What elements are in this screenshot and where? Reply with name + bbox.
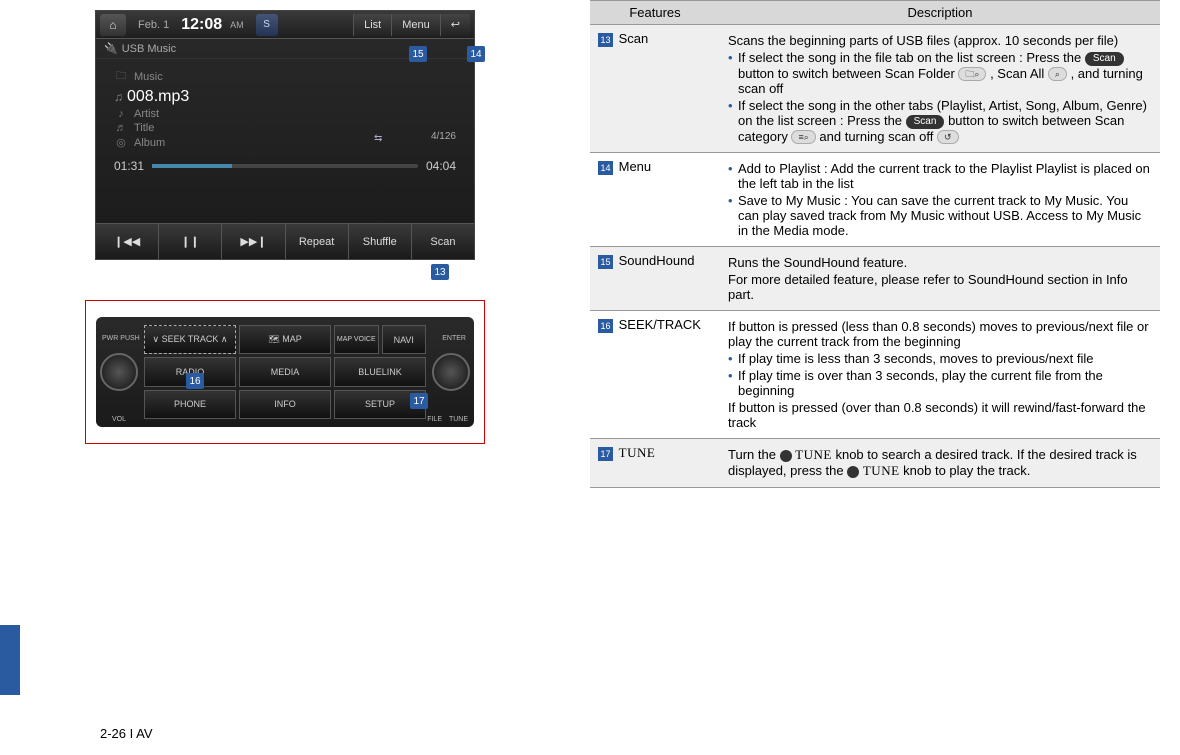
progress-bar[interactable]	[152, 164, 418, 168]
desc-soundhound: Runs the SoundHound feature. For more de…	[720, 247, 1160, 311]
status-time: 12:08	[181, 16, 222, 34]
info-button[interactable]: INFO	[239, 390, 331, 419]
shuffle-button[interactable]: Shuffle	[349, 224, 412, 259]
track-counter: 4/126	[431, 131, 456, 142]
home-icon[interactable]: ⌂	[100, 14, 126, 36]
artist-icon: ♪	[114, 108, 128, 120]
hardware-panel: PWR PUSH VOL ENTER TUNE FILE ∨ SEEK TRAC…	[85, 300, 485, 444]
note-icon: ♫	[114, 90, 123, 104]
prev-button[interactable]: ❙◀◀	[96, 224, 159, 259]
navi-button[interactable]: NAVI	[382, 325, 427, 354]
num-13: 13	[598, 33, 613, 47]
tune-label: TUNE	[449, 416, 468, 423]
album-row: ◎Album	[114, 136, 456, 149]
callout-15: 15	[409, 46, 427, 62]
artist-row: ♪Artist	[114, 108, 456, 120]
folder-row: 🗀 Music	[114, 67, 456, 86]
callout-17: 17	[410, 393, 428, 409]
menu-button[interactable]: Menu	[391, 14, 440, 36]
desc-tune: Turn the TUNE knob to search a desired t…	[720, 439, 1160, 488]
desc-scan: Scans the beginning parts of USB files (…	[720, 25, 1160, 153]
num-17: 17	[598, 447, 613, 461]
file-label: FILE	[427, 416, 442, 423]
time-total: 04:04	[426, 159, 456, 173]
list-button[interactable]: List	[353, 14, 391, 36]
pwr-label: PWR PUSH	[102, 335, 140, 342]
next-button[interactable]: ▶▶❙	[222, 224, 285, 259]
tune-knob-icon	[780, 450, 792, 462]
page-number: 2-26 I AV	[100, 726, 153, 741]
media-button[interactable]: MEDIA	[239, 357, 331, 386]
title-icon: ♬	[114, 122, 128, 134]
scan-all-icon: ⌕	[1048, 67, 1067, 81]
usb-icon: 🔌	[104, 42, 118, 55]
enter-label: ENTER	[442, 335, 466, 342]
feature-seektrack: 16 SEEK/TRACK	[590, 311, 720, 439]
col-features: Features	[590, 1, 720, 25]
back-button[interactable]: ↩	[440, 14, 470, 36]
scan-category-icon: ≡⌕	[791, 130, 815, 144]
shuffle-icon: ⇆	[374, 133, 394, 147]
vol-label: VOL	[112, 416, 126, 423]
folder-name: Music	[134, 71, 163, 83]
scan-pill-1: Scan	[1085, 52, 1124, 66]
scan-pill-2: Scan	[906, 115, 945, 129]
phone-button[interactable]: PHONE	[144, 390, 236, 419]
mapvoice-button[interactable]: MAP VOICE	[334, 325, 379, 354]
bluelink-button[interactable]: BLUELINK	[334, 357, 426, 386]
title-row: ♬Title	[114, 122, 456, 134]
status-ampm: AM	[230, 20, 244, 30]
scan-button[interactable]: Scan	[412, 224, 474, 259]
feature-scan: 13 Scan	[590, 25, 720, 153]
desc-menu: Add to Playlist : Add the current track …	[720, 153, 1160, 247]
feature-menu: 14 Menu	[590, 153, 720, 247]
repeat-button[interactable]: Repeat	[286, 224, 349, 259]
map-button[interactable]: 🗺 MAP	[239, 325, 331, 354]
seek-track-button[interactable]: ∨ SEEK TRACK ∧	[144, 325, 236, 354]
status-bar: ⌂ Feb. 1 12:08 AM S List Menu ↩	[96, 11, 474, 39]
callout-16: 16	[186, 373, 204, 389]
head-unit-screenshot: ⌂ Feb. 1 12:08 AM S List Menu ↩ 🔌 USB Mu…	[95, 10, 475, 260]
tune-knob[interactable]	[432, 353, 470, 391]
volume-knob[interactable]	[100, 353, 138, 391]
status-date: Feb. 1	[138, 19, 169, 31]
play-controls: ❙◀◀ ❙❙ ▶▶❙ Repeat Shuffle Scan	[96, 223, 474, 259]
col-description: Description	[720, 1, 1160, 25]
desc-seektrack: If button is pressed (less than 0.8 seco…	[720, 311, 1160, 439]
feature-tune: 17 TUNE	[590, 439, 720, 488]
source-label: USB Music	[122, 43, 176, 55]
tune-knob-icon-2	[847, 466, 859, 478]
section-tab	[0, 625, 20, 695]
num-14: 14	[598, 161, 613, 175]
feature-soundhound: 15 SoundHound	[590, 247, 720, 311]
folder-icon: 🗀	[114, 67, 128, 86]
album-icon: ◎	[114, 136, 128, 149]
soundhound-icon[interactable]: S	[256, 14, 278, 36]
num-16: 16	[598, 319, 613, 333]
track-name: ♫008.mp3	[114, 88, 456, 106]
scan-folder-icon: 🗀⌕	[958, 67, 986, 81]
time-elapsed: 01:31	[114, 159, 144, 173]
scan-off-icon: ↺	[937, 130, 959, 144]
num-15: 15	[598, 255, 613, 269]
callout-13: 13	[431, 264, 449, 280]
features-table: Features Description 13 Scan Scans the b…	[590, 0, 1160, 488]
pause-button[interactable]: ❙❙	[159, 224, 222, 259]
callout-14: 14	[467, 46, 485, 62]
